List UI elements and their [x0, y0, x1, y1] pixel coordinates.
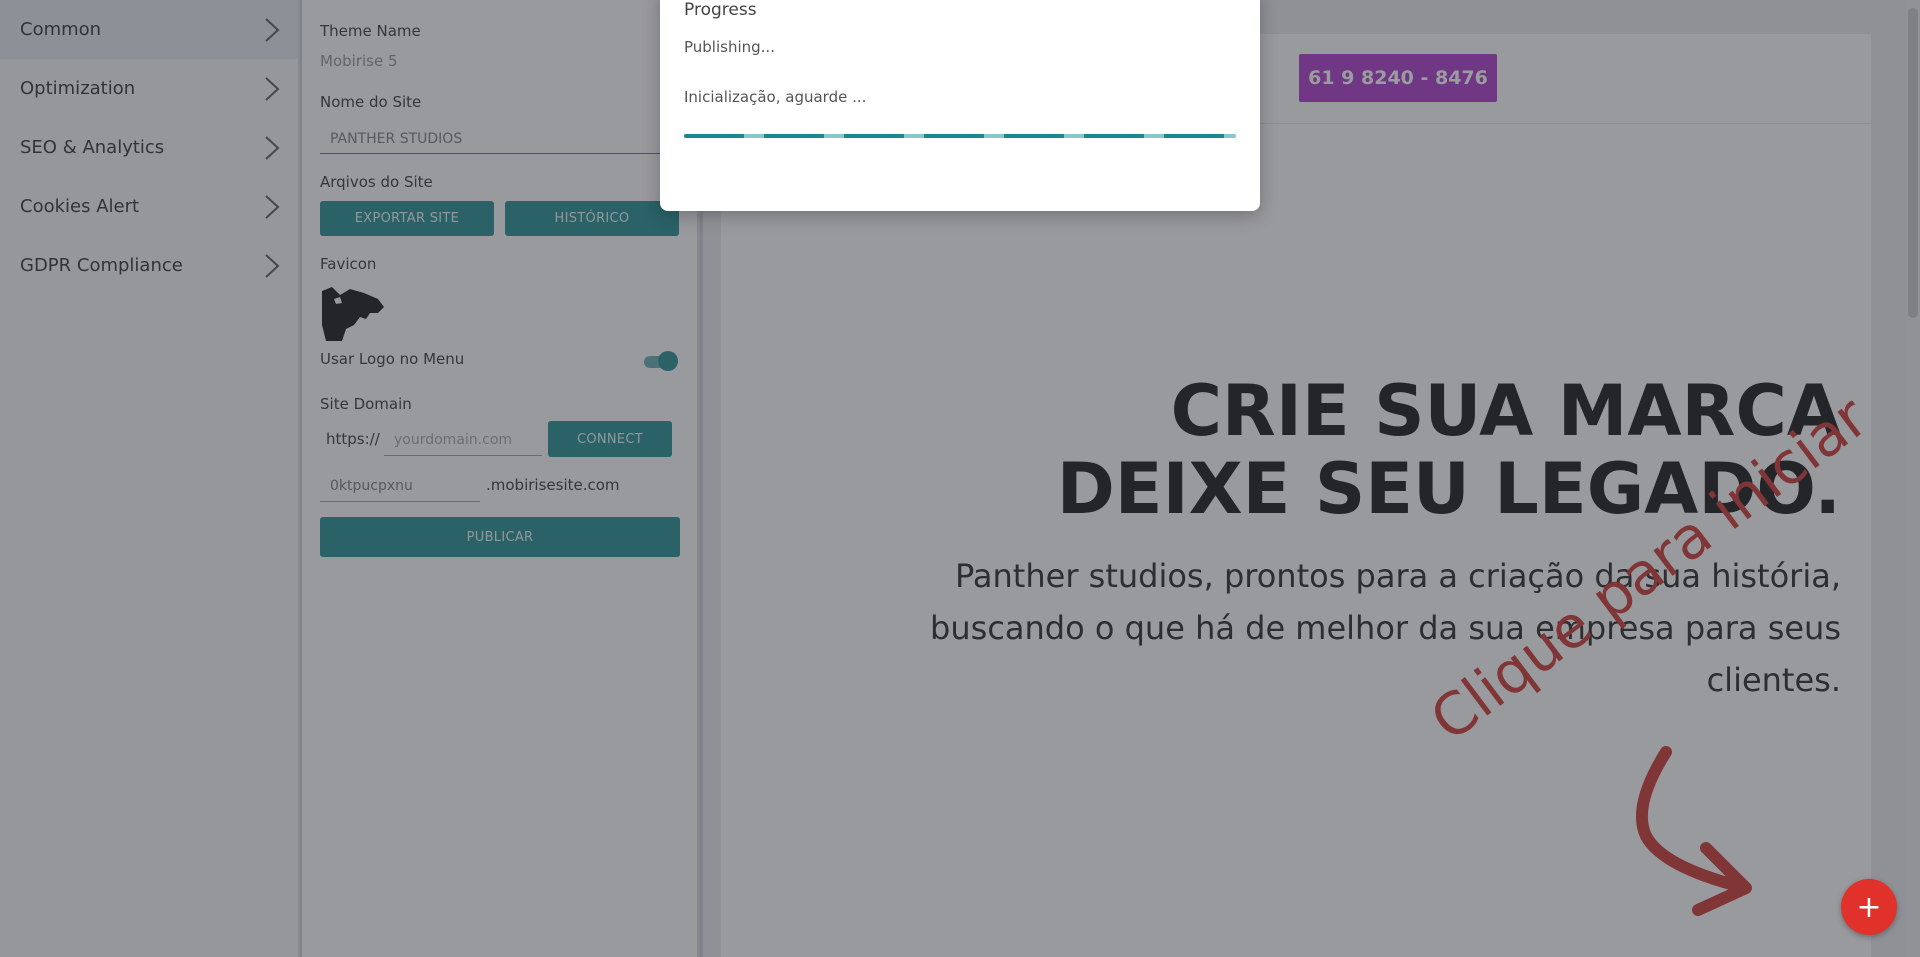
progress-bar	[684, 134, 1236, 138]
add-block-button[interactable]: +	[1841, 879, 1897, 935]
progress-dialog: Progress Publishing... Inicialização, ag…	[660, 0, 1260, 211]
dialog-detail: Inicialização, aguarde ...	[684, 88, 867, 106]
dialog-title: Progress	[684, 0, 757, 20]
dialog-status: Publishing...	[684, 38, 775, 56]
